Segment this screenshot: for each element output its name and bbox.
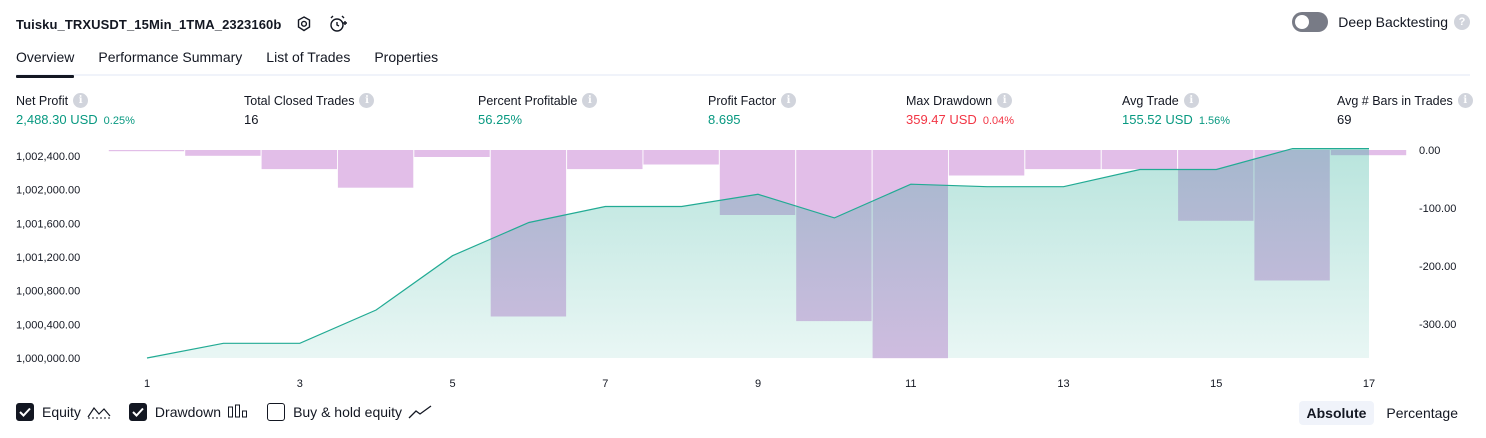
stat-value: 69: [1337, 112, 1352, 127]
info-icon[interactable]: i: [997, 93, 1013, 108]
stat-percent-profitable: Percent Profitable i 56.25%: [478, 93, 598, 127]
info-icon[interactable]: i: [781, 93, 797, 108]
x-axis-tick: 3: [297, 378, 303, 390]
x-axis-tick: 17: [1363, 378, 1375, 390]
percentage-button[interactable]: Percentage: [1378, 401, 1466, 425]
left-axis-tick: 1,002,000.00: [16, 185, 80, 197]
stat-value: 2,488.30 USD: [16, 112, 98, 127]
toggle-knob: [1295, 15, 1310, 29]
stat-label: Avg Trade: [1122, 93, 1179, 108]
drawdown-bar: [567, 150, 643, 170]
stat-label: Total Closed Trades: [244, 93, 355, 108]
stat-total-closed-trades: Total Closed Trades i 16: [244, 93, 375, 127]
deep-backtesting-toggle[interactable]: [1292, 12, 1329, 32]
add-alert-icon[interactable]: [327, 13, 349, 35]
right-axis-tick: -300.00: [1419, 319, 1456, 331]
x-axis-tick: 9: [755, 378, 761, 390]
stat-sub-value: 0.25%: [103, 115, 135, 127]
drawdown-bar: [108, 150, 185, 152]
equity-icon: [87, 404, 111, 420]
stat-avg-bars-in-trades: Avg # Bars in Trades i 69: [1337, 93, 1473, 127]
settings-icon[interactable]: [293, 13, 315, 35]
drawdown-bar: [1101, 150, 1178, 170]
stat-sub-value: 0.04%: [982, 115, 1015, 127]
stats-row: Net Profit i 2,488.30 USD 0.25% Total Clos…: [16, 93, 1473, 133]
stat-label: Max Drawdown: [906, 93, 993, 108]
tab-properties[interactable]: Properties: [374, 44, 438, 76]
deep-backtesting-label: Deep Backtesting: [1338, 14, 1448, 30]
left-axis-tick: 1,000,000.00: [16, 353, 80, 365]
stat-label: Profit Factor: [708, 93, 777, 108]
stat-avg-trade: Avg Trade i 155.52 USD 1.56%: [1122, 93, 1230, 127]
absolute-button[interactable]: Absolute: [1298, 401, 1375, 425]
buy-hold-icon: [408, 404, 432, 420]
legend-equity-label: Equity: [42, 404, 81, 420]
report-tabs: Overview Performance Summary List of Tra…: [16, 44, 1470, 78]
info-icon[interactable]: i: [582, 93, 598, 108]
strategy-name: Tuisku_TRXUSDT_15Min_1TMA_2323160b: [16, 16, 282, 32]
x-axis-tick: 1: [144, 378, 150, 390]
drawdown-checkbox[interactable]: [128, 403, 147, 421]
legend-drawdown-label: Drawdown: [154, 404, 222, 420]
buy-hold-checkbox[interactable]: [267, 403, 286, 421]
equity-checkbox[interactable]: [16, 403, 34, 421]
stat-value: 8.695: [708, 112, 741, 127]
chart-legend: Equity Drawdown Buy & hold equity: [16, 403, 450, 421]
left-axis-tick: 1,002,400.00: [16, 151, 80, 163]
tab-performance-summary[interactable]: Performance Summary: [98, 44, 242, 76]
left-axis-tick: 1,000,800.00: [16, 286, 80, 298]
drawdown-bar: [261, 150, 337, 170]
drawdown-bar: [643, 150, 719, 165]
legend-buy-hold-equity[interactable]: Buy & hold equity: [267, 403, 432, 421]
x-axis-tick: 13: [1057, 378, 1069, 390]
drawdown-bar: [337, 150, 414, 188]
stat-value: 56.25%: [478, 112, 523, 127]
stat-label: Percent Profitable: [478, 93, 578, 108]
left-axis-tick: 1,000,400.00: [16, 319, 80, 331]
right-axis-tick: -200.00: [1419, 261, 1456, 273]
equity-drawdown-chart[interactable]: 1,000,000.00 1,000,400.00 1,000,800.00 1,00…: [0, 140, 1486, 395]
report-header: Tuisku_TRXUSDT_15Min_1TMA_2323160b: [16, 10, 349, 38]
info-icon[interactable]: i: [1183, 93, 1199, 108]
drawdown-bar: [948, 150, 1025, 176]
x-axis-tick: 11: [905, 378, 916, 390]
drawdown-icon: [227, 404, 249, 420]
stat-sub-value: 1.56%: [1198, 115, 1231, 127]
check-icon: [132, 407, 144, 417]
info-icon[interactable]: i: [73, 93, 89, 108]
stat-value: 359.47 USD: [906, 112, 977, 127]
right-axis-tick: 0.00: [1419, 145, 1440, 157]
info-icon[interactable]: i: [1457, 93, 1473, 108]
legend-equity[interactable]: Equity: [16, 403, 111, 421]
drawdown-bar: [414, 150, 490, 157]
legend-buy-hold-label: Buy & hold equity: [293, 404, 403, 420]
drawdown-bar: [185, 150, 261, 156]
x-axis-tick: 7: [602, 378, 608, 390]
stat-net-profit: Net Profit i 2,488.30 USD 0.25%: [16, 93, 135, 127]
stat-label: Net Profit: [16, 93, 69, 108]
stat-profit-factor: Profit Factor i 8.695: [708, 93, 797, 127]
tab-list-of-trades[interactable]: List of Trades: [266, 44, 350, 76]
stat-value: 155.52 USD: [1122, 112, 1193, 127]
legend-drawdown[interactable]: Drawdown: [128, 403, 249, 421]
deep-backtesting: Deep Backtesting ?: [1292, 12, 1470, 32]
x-axis-tick: 15: [1210, 378, 1222, 390]
value-mode-switch: Absolute Percentage: [1295, 401, 1467, 425]
help-icon[interactable]: ?: [1454, 14, 1470, 30]
right-axis-tick: -100.00: [1419, 203, 1456, 215]
check-icon: [19, 407, 31, 417]
info-icon[interactable]: i: [359, 93, 375, 108]
x-axis-tick: 5: [449, 378, 455, 390]
stat-value: 16: [244, 112, 259, 127]
left-axis-tick: 1,001,200.00: [16, 252, 80, 264]
stat-max-drawdown: Max Drawdown i 359.47 USD 0.04%: [906, 93, 1014, 127]
tab-overview[interactable]: Overview: [16, 44, 75, 78]
left-axis-tick: 1,001,600.00: [16, 218, 80, 230]
drawdown-bar: [1025, 150, 1101, 170]
stat-label: Avg # Bars in Trades: [1337, 93, 1453, 108]
